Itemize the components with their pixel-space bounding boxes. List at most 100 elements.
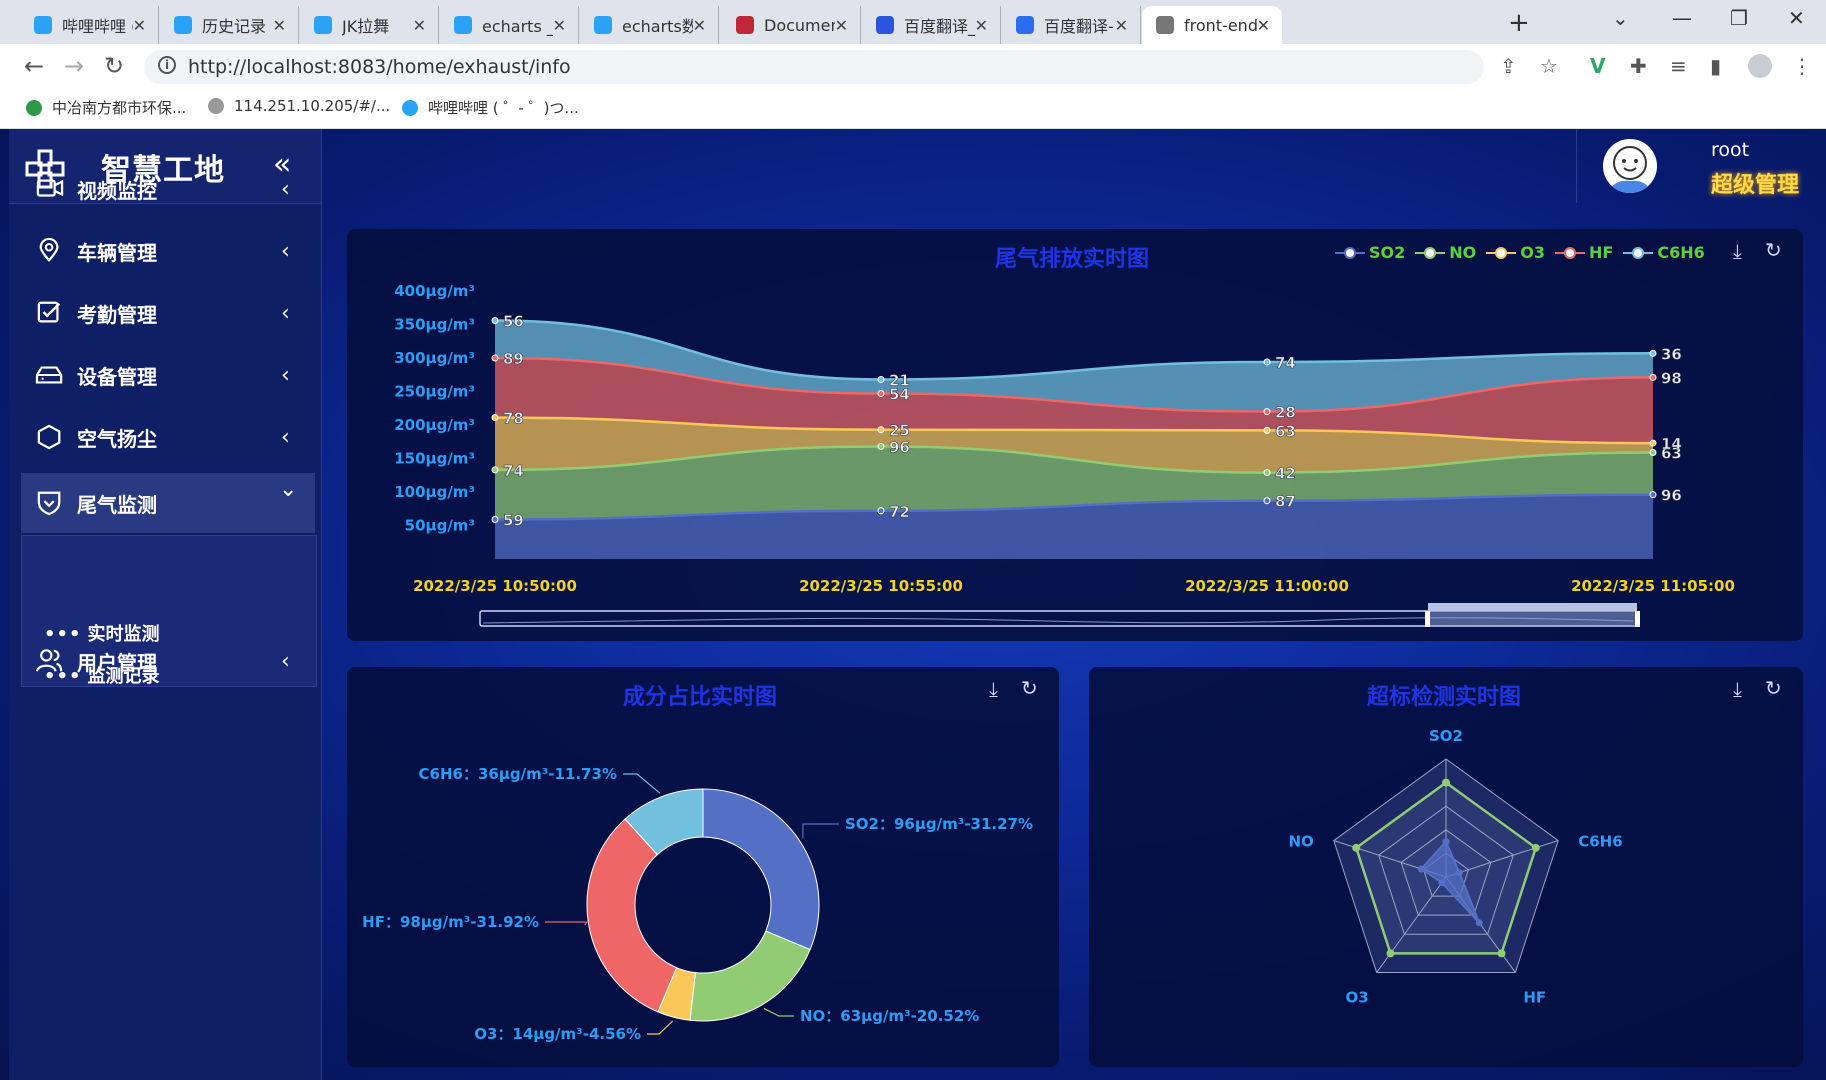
forward-icon[interactable]: → xyxy=(64,52,84,80)
browser-tab[interactable]: echarts数据✕ xyxy=(580,6,719,44)
url-field[interactable]: i http://localhost:8083/home/exhaust/inf… xyxy=(144,50,1484,84)
zoom-slider-right-handle[interactable] xyxy=(1635,611,1640,627)
browser-tab[interactable]: 百度翻译_百✕ xyxy=(862,6,1001,44)
user-box[interactable]: root 超级管理 xyxy=(1576,129,1826,203)
window-close-icon[interactable]: ✕ xyxy=(1788,6,1805,30)
bookmark-item[interactable]: 114.251.10.205/#/... xyxy=(208,97,390,115)
radar-threshold-point[interactable] xyxy=(1352,843,1361,852)
data-point[interactable] xyxy=(491,316,499,324)
reading-list-icon[interactable]: ≡ xyxy=(1670,54,1687,78)
data-point[interactable] xyxy=(491,414,499,422)
sidebar-item-label: 尾气监测 xyxy=(77,492,157,517)
tab-search-icon[interactable]: ⌄ xyxy=(1612,6,1629,30)
sidebar-item[interactable]: 用户管理 ‹ xyxy=(9,631,321,691)
address-bar: ← → ↻ i http://localhost:8083/home/exhau… xyxy=(0,44,1826,88)
data-point[interactable] xyxy=(1263,426,1271,434)
data-point[interactable] xyxy=(491,466,499,474)
sidebar-item[interactable]: 考勤管理 ‹ xyxy=(9,283,321,343)
sidebar-item[interactable]: 车辆管理 ‹ xyxy=(9,221,321,281)
data-point[interactable] xyxy=(877,507,885,515)
data-point[interactable] xyxy=(1263,358,1271,366)
bookmark-item[interactable]: 哔哩哔哩 ( ゜- ゜)つ... xyxy=(402,97,579,118)
radar-threshold-point[interactable] xyxy=(1386,949,1395,958)
tab-close-icon[interactable]: ✕ xyxy=(1257,16,1270,35)
radar-indicator-label: SO2 xyxy=(1429,727,1463,745)
data-point[interactable] xyxy=(1649,448,1657,456)
data-point[interactable] xyxy=(1649,491,1657,499)
back-icon[interactable]: ← xyxy=(24,52,44,80)
data-label: 78 xyxy=(503,410,524,428)
browser-tab[interactable]: front-end ✕ xyxy=(1142,6,1282,44)
browser-tab[interactable]: JK拉舞 ✕ xyxy=(300,6,439,44)
y-tick-label: 50μg/m³ xyxy=(405,517,475,535)
browser-tab[interactable]: 历史记录 ✕ xyxy=(160,6,299,44)
chevron-left-icon: ‹ xyxy=(281,424,290,450)
y-tick-label: 100μg/m³ xyxy=(394,483,475,501)
sidebar-item[interactable]: 尾气监测 ⌄ xyxy=(21,473,315,533)
zoom-slider-window[interactable] xyxy=(1428,611,1637,626)
data-label: 96 xyxy=(1661,487,1682,505)
zoom-slider-left-handle[interactable] xyxy=(1425,611,1430,627)
sidebar-item[interactable]: 空气扬尘 ‹ xyxy=(9,407,321,467)
browser-tab[interactable]: 百度翻译-20✕ xyxy=(1002,6,1141,44)
extensions-icon[interactable]: ✚ xyxy=(1630,54,1647,78)
chevron-down-icon: ⌄ xyxy=(279,477,298,502)
vue-devtools-icon[interactable]: V xyxy=(1590,54,1605,78)
radar-current-point[interactable] xyxy=(1455,869,1463,877)
bookmark-item[interactable]: 中冶南方都市环保... xyxy=(26,97,186,118)
data-label: 63 xyxy=(1275,422,1296,440)
tab-close-icon[interactable]: ✕ xyxy=(1115,16,1128,35)
hexagon-icon xyxy=(37,424,61,450)
radar-threshold-point[interactable] xyxy=(1531,843,1540,852)
tab-title: 历史记录 xyxy=(202,17,267,36)
sidebar-item[interactable]: 视频监控 ‹ xyxy=(9,159,321,219)
tab-close-icon[interactable]: ✕ xyxy=(975,16,988,35)
new-tab-button[interactable]: + xyxy=(1508,8,1530,38)
avatar[interactable] xyxy=(1603,139,1657,193)
browser-tab[interactable]: 哔哩哔哩 (゜✕ xyxy=(20,6,159,44)
tab-close-icon[interactable]: ✕ xyxy=(413,16,426,35)
browser-menu-icon[interactable]: ⋮ xyxy=(1792,54,1812,78)
data-point[interactable] xyxy=(877,375,885,383)
zoom-slider-handle-bar[interactable] xyxy=(1428,603,1637,611)
radar-threshold-point[interactable] xyxy=(1497,949,1506,958)
bookmarks-bar: 中冶南方都市环保... 114.251.10.205/#/... 哔哩哔哩 ( ゜-… xyxy=(0,88,1826,129)
share-icon[interactable]: ⇪ xyxy=(1500,54,1517,78)
profile-icon[interactable] xyxy=(1748,54,1772,78)
tab-close-icon[interactable]: ✕ xyxy=(693,16,706,35)
data-point[interactable] xyxy=(491,515,499,523)
tab-close-icon[interactable]: ✕ xyxy=(835,16,848,35)
tab-favicon-icon xyxy=(736,16,754,34)
pie-label-line xyxy=(647,1020,674,1035)
browser-tab[interactable]: echarts _搜✕ xyxy=(440,6,579,44)
data-point[interactable] xyxy=(1649,373,1657,381)
data-point[interactable] xyxy=(1263,408,1271,416)
pie-slice-SO2[interactable] xyxy=(702,788,820,951)
data-point[interactable] xyxy=(877,426,885,434)
sidebar-item[interactable]: 设备管理 ‹ xyxy=(9,345,321,405)
bookmark-star-icon[interactable]: ☆ xyxy=(1540,54,1558,78)
radar-current-point[interactable] xyxy=(1438,879,1446,887)
reload-icon[interactable]: ↻ xyxy=(104,52,124,80)
radar-current-point[interactable] xyxy=(1442,838,1450,846)
minimize-icon[interactable]: — xyxy=(1672,6,1692,30)
bookmark-favicon-icon xyxy=(26,99,42,116)
data-point[interactable] xyxy=(877,442,885,450)
data-point[interactable] xyxy=(1649,349,1657,357)
tab-close-icon[interactable]: ✕ xyxy=(273,16,286,35)
data-point[interactable] xyxy=(1263,469,1271,477)
radar-current-point[interactable] xyxy=(1417,865,1425,873)
pie-slice-NO[interactable] xyxy=(689,930,811,1022)
data-point[interactable] xyxy=(491,354,499,362)
data-point[interactable] xyxy=(1263,497,1271,505)
tab-close-icon[interactable]: ✕ xyxy=(133,16,146,35)
data-point[interactable] xyxy=(1649,439,1657,447)
radar-threshold-point[interactable] xyxy=(1442,778,1450,787)
data-point[interactable] xyxy=(877,390,885,398)
browser-tab[interactable]: Documenta✕ xyxy=(722,6,861,44)
restore-icon[interactable]: ❐ xyxy=(1730,6,1748,30)
site-info-icon[interactable]: i xyxy=(158,56,176,74)
tab-close-icon[interactable]: ✕ xyxy=(553,16,566,35)
side-panel-icon[interactable]: ▮ xyxy=(1710,54,1721,78)
radar-current-point[interactable] xyxy=(1475,919,1483,927)
